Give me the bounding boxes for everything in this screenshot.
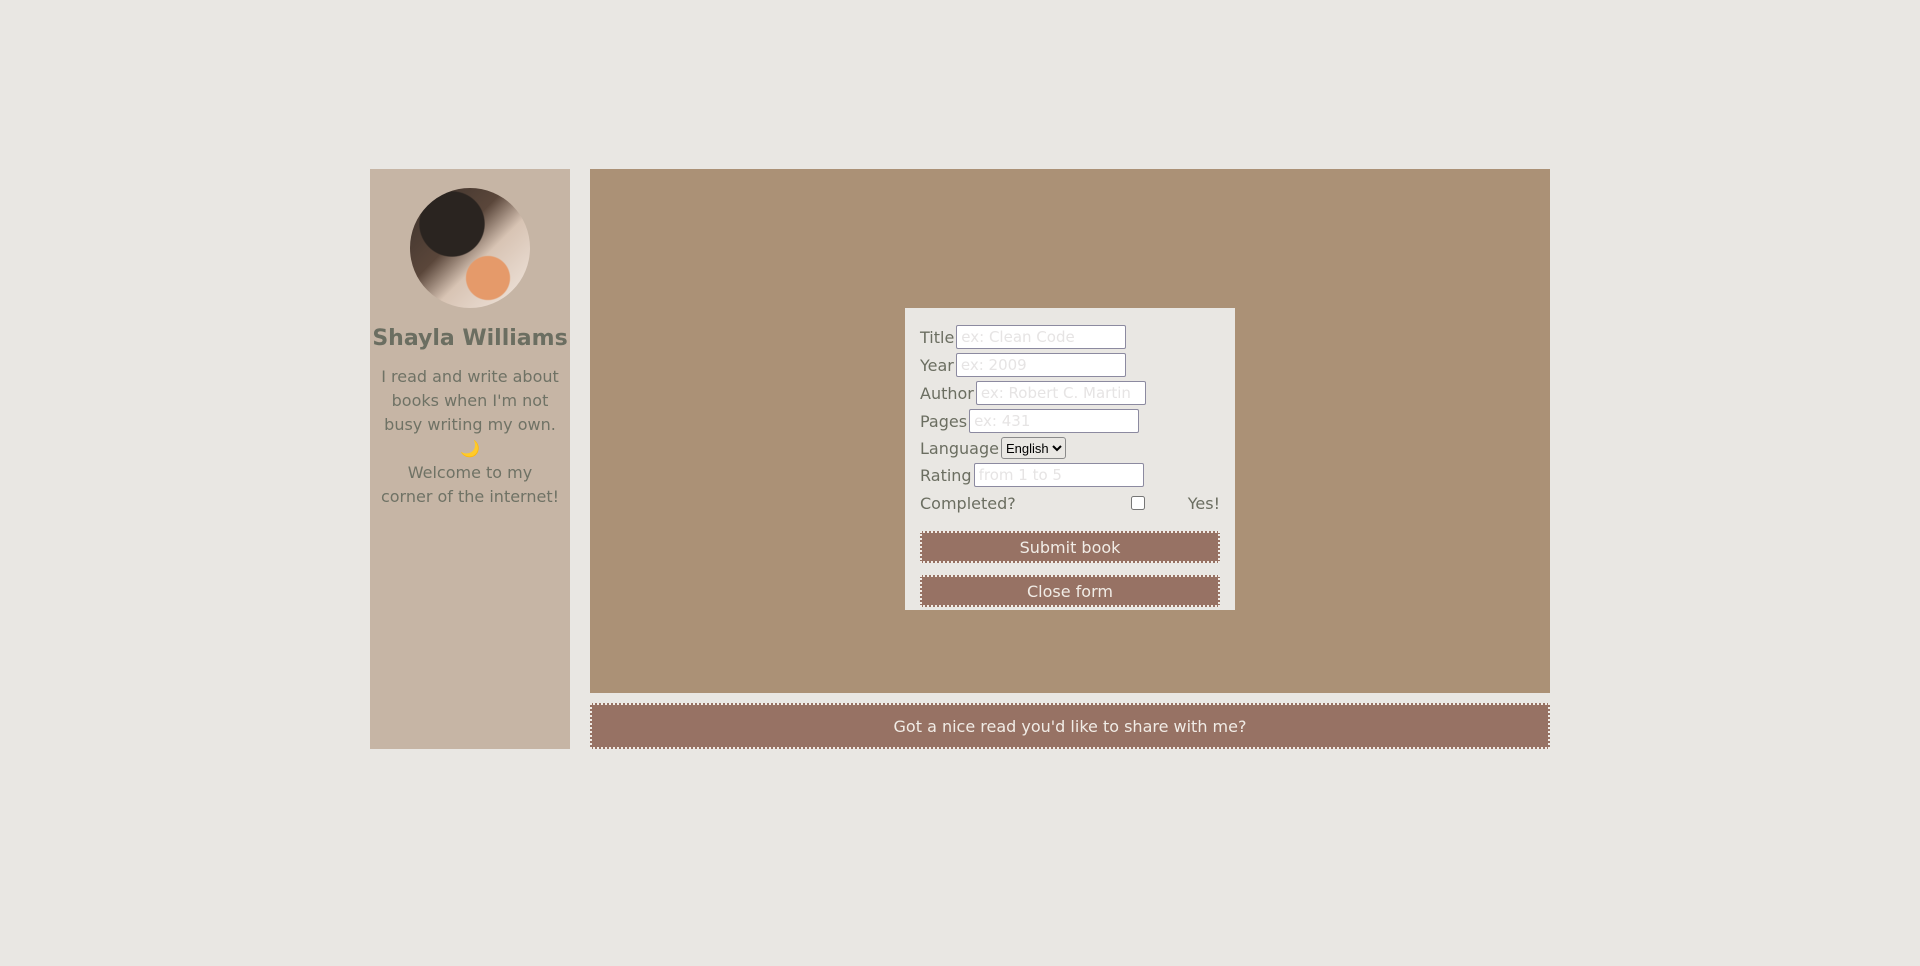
rating-row: Rating (920, 461, 1220, 489)
author-label: Author (920, 383, 974, 403)
year-label: Year (920, 355, 954, 375)
main-panel: Title Year Author Pages Language English… (590, 169, 1550, 693)
close-form-button[interactable]: Close form (920, 575, 1220, 607)
author-input[interactable] (975, 381, 1146, 405)
pages-label: Pages (920, 411, 968, 431)
title-label: Title (920, 327, 955, 347)
pages-row: Pages (920, 407, 1220, 435)
language-select[interactable]: English (1000, 437, 1066, 459)
language-row: Language English (920, 435, 1220, 461)
year-input[interactable] (955, 353, 1126, 377)
year-row: Year (920, 351, 1220, 379)
title-row: Title (920, 323, 1220, 351)
add-book-form: Title Year Author Pages Language English… (905, 308, 1235, 610)
completed-row: Completed? Yes! (920, 489, 1220, 517)
pages-input[interactable] (969, 409, 1140, 433)
author-row: Author (920, 379, 1220, 407)
language-label: Language (920, 438, 999, 458)
submit-book-button[interactable]: Submit book (920, 531, 1220, 563)
welcome-text: Welcome to my corner of the internet! (380, 463, 560, 506)
completed-checkbox[interactable] (1130, 496, 1145, 510)
title-input[interactable] (956, 325, 1127, 349)
completed-label: Completed? (920, 493, 1016, 513)
moon-icon: 🌙 (460, 439, 480, 458)
share-book-button[interactable]: Got a nice read you'd like to share with… (590, 703, 1550, 749)
completed-yes-label: Yes! (1187, 493, 1220, 513)
bio-text: I read and write about books when I'm no… (381, 367, 559, 434)
profile-sidebar: Shayla Williams I read and write about b… (370, 169, 570, 749)
rating-input[interactable] (973, 463, 1144, 487)
profile-bio: I read and write about books when I'm no… (380, 365, 560, 509)
profile-name: Shayla Williams (372, 326, 568, 351)
avatar (410, 188, 530, 308)
rating-label: Rating (920, 465, 972, 485)
